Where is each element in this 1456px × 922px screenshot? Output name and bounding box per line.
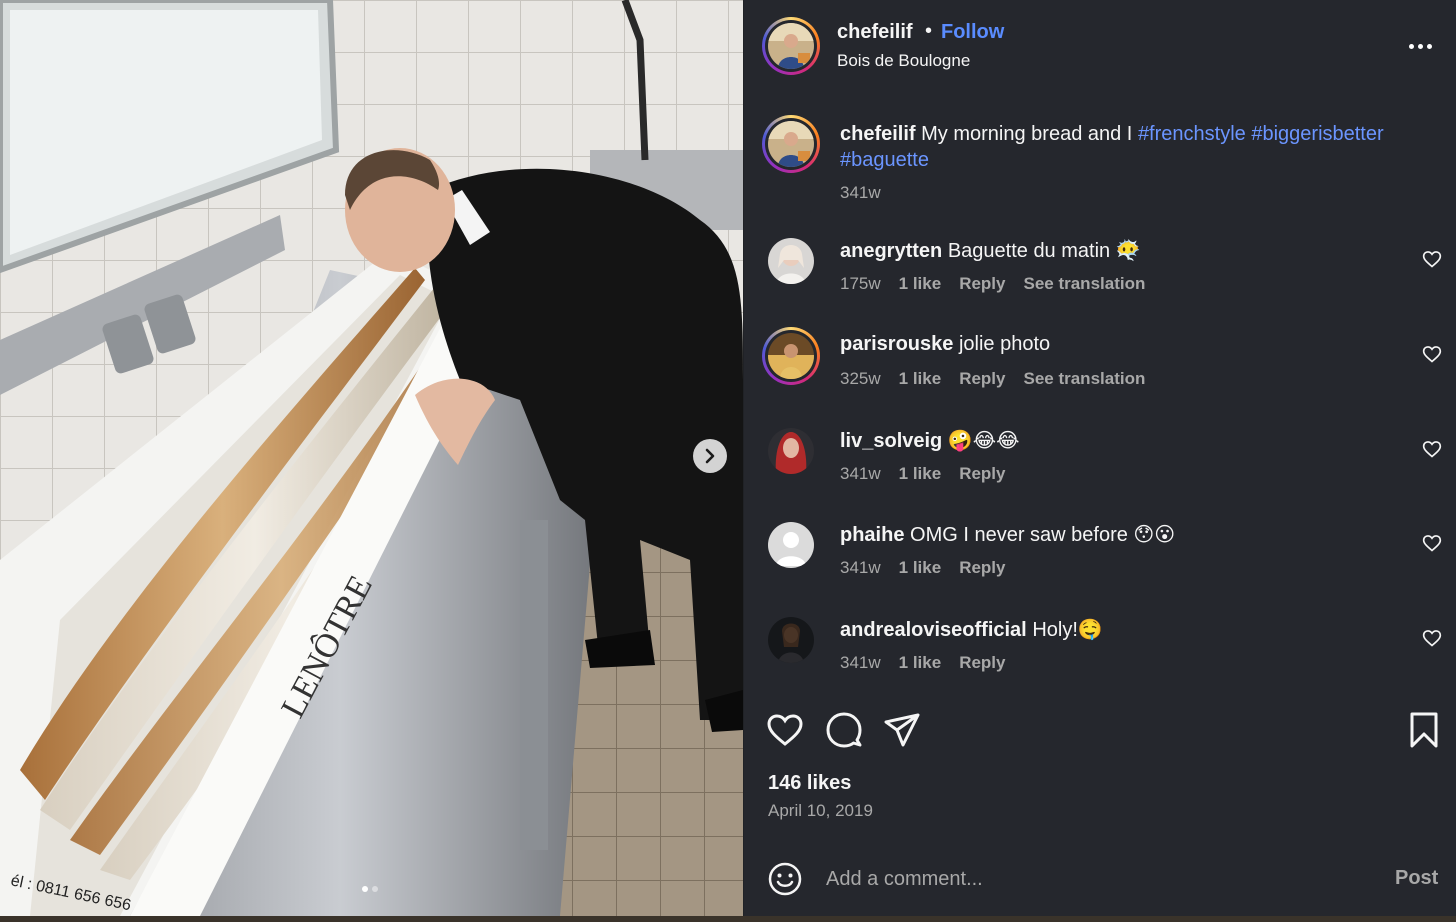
comment-heart-icon[interactable]: [1422, 439, 1442, 459]
post-header: chefeilif • Follow Bois de Boulogne: [744, 0, 1456, 92]
hashtag-biggerisbetter[interactable]: #biggerisbetter: [1251, 123, 1383, 145]
comment-bubble-icon[interactable]: [824, 710, 864, 750]
comment-item: parisrouske jolie photo 325w 1 like Repl…: [744, 327, 1456, 413]
caption-timestamp: 341w: [840, 183, 881, 202]
caption-username[interactable]: chefeilif: [840, 123, 916, 145]
post-viewer: LENÔTRE él : 0811 656 656 chefeilif • Fo…: [0, 0, 1456, 922]
add-comment-input[interactable]: [826, 866, 1386, 892]
like-heart-icon[interactable]: [765, 710, 805, 750]
page-bottom-strip: [0, 916, 1456, 922]
comment-avatar[interactable]: [768, 617, 814, 663]
comment-item: liv_solveig 🤪😂😂 341w 1 like Reply: [744, 428, 1456, 508]
comment-likes[interactable]: 1 like: [899, 274, 942, 294]
reply-button[interactable]: Reply: [959, 464, 1005, 484]
comment-text: phaihe OMG I never saw before 😯😮: [840, 522, 1175, 547]
post-actions-bar: [744, 710, 1456, 754]
hashtag-baguette[interactable]: #baguette: [840, 149, 929, 171]
comment-text: andrealoviseofficial Holy!🤤: [840, 617, 1103, 642]
comment-time: 341w: [840, 464, 881, 483]
comment-body: 🤪😂😂: [947, 430, 1020, 452]
hashtag-frenchstyle[interactable]: #frenchstyle: [1138, 123, 1246, 145]
caption-avatar[interactable]: [762, 115, 820, 173]
comment-body: Baguette du matin 😶‍🌫️: [947, 240, 1141, 262]
next-slide-button[interactable]: [693, 439, 727, 473]
see-translation-button[interactable]: See translation: [1023, 274, 1145, 294]
comment-meta: 341w 1 like Reply: [840, 464, 1005, 484]
header-separator: •: [925, 20, 933, 42]
default-avatar-icon: [768, 522, 814, 568]
author-avatar[interactable]: [762, 17, 820, 75]
comment-avatar-image: [768, 238, 814, 284]
post-comment-button[interactable]: Post: [1395, 867, 1438, 890]
emoji-picker-icon[interactable]: [767, 861, 803, 897]
more-options-button[interactable]: [1400, 36, 1440, 56]
more-horizontal-icon: [1408, 43, 1414, 49]
post-side-panel: chefeilif • Follow Bois de Boulogne chef…: [743, 0, 1456, 916]
comment-username[interactable]: phaihe: [840, 524, 904, 546]
comment-time: 341w: [840, 558, 881, 577]
caption-avatar-image: [768, 121, 814, 167]
share-send-icon[interactable]: [882, 710, 922, 750]
comment-meta: 175w 1 like Reply See translation: [840, 274, 1145, 294]
caption-text: chefeilif My morning bread and I #french…: [840, 121, 1430, 173]
carousel-dot-1: [362, 886, 368, 892]
carousel-indicator: [362, 886, 378, 892]
comment-avatar[interactable]: [768, 522, 814, 568]
comment-username[interactable]: andrealoviseofficial: [840, 619, 1027, 641]
comment-likes[interactable]: 1 like: [899, 653, 942, 673]
reply-button[interactable]: Reply: [959, 558, 1005, 578]
comment-meta: 341w 1 like Reply: [840, 558, 1005, 578]
reply-button[interactable]: Reply: [959, 274, 1005, 294]
comment-text: liv_solveig 🤪😂😂: [840, 428, 1019, 453]
photo-scene: LENÔTRE él : 0811 656 656: [0, 0, 743, 916]
author-avatar-image: [768, 23, 814, 69]
comment-item: anegrytten Baguette du matin 😶‍🌫️ 175w 1…: [744, 238, 1456, 318]
comment-heart-icon[interactable]: [1422, 249, 1442, 269]
comment-username[interactable]: anegrytten: [840, 240, 942, 262]
comment-heart-icon[interactable]: [1422, 533, 1442, 553]
author-username[interactable]: chefeilif: [837, 21, 913, 44]
comment-username[interactable]: liv_solveig: [840, 430, 942, 452]
comment-time: 325w: [840, 369, 881, 388]
comment-avatar[interactable]: [768, 238, 814, 284]
comment-body: jolie photo: [958, 333, 1051, 355]
comment-meta: 325w 1 like Reply See translation: [840, 369, 1145, 389]
comment-body: OMG I never saw before 😯😮: [910, 524, 1176, 546]
comment-avatar[interactable]: [762, 327, 820, 385]
comment-text: anegrytten Baguette du matin 😶‍🌫️: [840, 238, 1141, 263]
comment-meta: 341w 1 like Reply: [840, 653, 1005, 673]
comment-body: Holy!🤤: [1032, 619, 1103, 641]
comment-time: 341w: [840, 653, 881, 672]
comment-likes[interactable]: 1 like: [899, 464, 942, 484]
composer-divider: [744, 843, 1456, 844]
comment-avatar-image: [768, 333, 814, 379]
comment-text: parisrouske jolie photo: [840, 333, 1050, 356]
post-photo[interactable]: LENÔTRE él : 0811 656 656: [0, 0, 743, 916]
comment-likes[interactable]: 1 like: [899, 558, 942, 578]
comment-likes[interactable]: 1 like: [899, 369, 942, 389]
comment-heart-icon[interactable]: [1422, 628, 1442, 648]
post-location[interactable]: Bois de Boulogne: [837, 51, 970, 71]
comment-time: 175w: [840, 274, 881, 293]
comment-heart-icon[interactable]: [1422, 344, 1442, 364]
see-translation-button[interactable]: See translation: [1023, 369, 1145, 389]
comment-avatar-image: [768, 428, 814, 474]
caption-body: My morning bread and I: [921, 123, 1133, 145]
save-bookmark-icon[interactable]: [1404, 710, 1444, 750]
comment-item: phaihe OMG I never saw before 😯😮 341w 1 …: [744, 522, 1456, 602]
comment-username[interactable]: parisrouske: [840, 333, 953, 355]
carousel-dot-2: [372, 886, 378, 892]
reply-button[interactable]: Reply: [959, 653, 1005, 673]
post-date: April 10, 2019: [768, 801, 873, 820]
comment-avatar[interactable]: [768, 428, 814, 474]
chevron-right-icon: [705, 448, 715, 464]
likes-count[interactable]: 146 likes: [768, 772, 851, 795]
reply-button[interactable]: Reply: [959, 369, 1005, 389]
comment-avatar-image: [768, 617, 814, 663]
follow-button[interactable]: Follow: [941, 21, 1004, 44]
comment-item: andrealoviseofficial Holy!🤤 341w 1 like …: [744, 617, 1456, 697]
